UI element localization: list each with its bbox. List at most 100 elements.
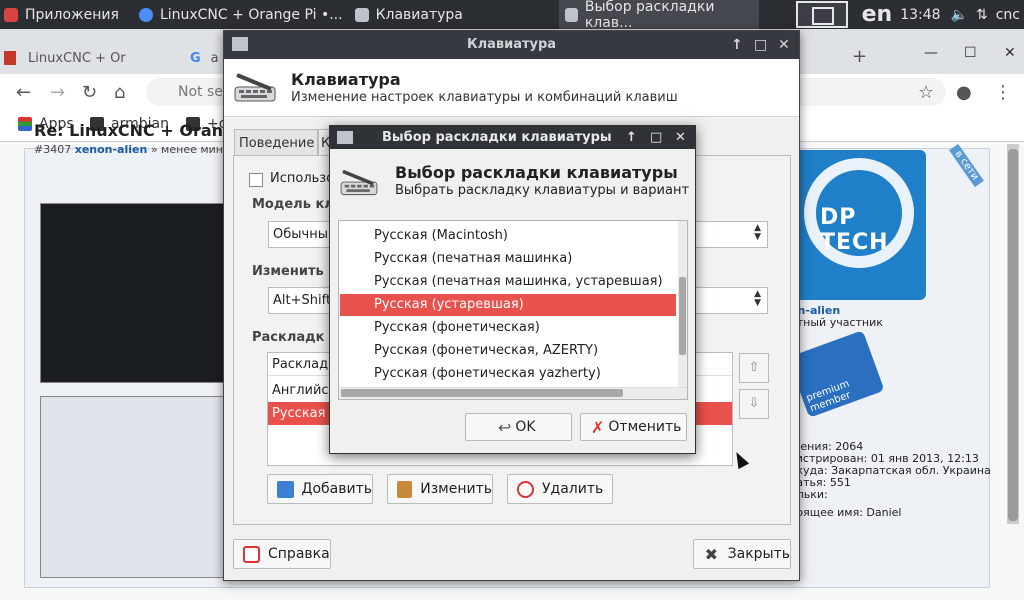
user-menu[interactable]: cnc	[996, 7, 1020, 23]
author-info-line: тоящее имя: Daniel	[790, 506, 902, 519]
keyboard-icon	[354, 7, 369, 22]
keep-above-icon[interactable]: ↑	[626, 126, 637, 149]
layout-variant-row[interactable]: Русская (Macintosh)	[340, 225, 676, 247]
tab-behavior[interactable]: Поведение	[234, 129, 318, 156]
move-up-button[interactable]: ⇧	[739, 353, 769, 383]
close-button[interactable]: ✖ Закрыть	[693, 539, 791, 569]
bookmark-star-icon[interactable]: ☆	[918, 82, 934, 103]
edit-layout-button[interactable]: Изменить	[387, 474, 493, 504]
layout-variant-row[interactable]: Русская (устаревшая)	[340, 294, 676, 316]
use-settings-checkbox[interactable]	[249, 173, 263, 187]
browser-tab[interactable]: G a	[190, 43, 219, 73]
screenshot-thumbnail[interactable]	[40, 203, 252, 383]
close-icon[interactable]: ✕	[675, 126, 686, 149]
move-down-button[interactable]: ⇩	[739, 389, 769, 419]
page-scrollbar-thumb[interactable]	[1008, 149, 1018, 521]
layout-variant-label: Русская (фонетическая)	[374, 320, 540, 335]
cancel-label: Отменить	[608, 419, 682, 435]
keyboard-layout-indicator[interactable]: en	[862, 2, 893, 27]
layout-variant-label: Русская (печатная машинка, устаревшая)	[374, 274, 663, 289]
author-avatar[interactable]: DP TECH	[790, 150, 926, 300]
cancel-button[interactable]: ✗ Отменить	[580, 413, 687, 441]
new-tab-button[interactable]: +	[852, 46, 867, 67]
dialog-title: Выбор раскладки клавиатуры	[382, 130, 612, 145]
list-horizontal-scrollbar-thumb[interactable]	[341, 389, 623, 397]
kb-header-subtitle: Изменение настроек клавиатуры и комбинац…	[291, 90, 678, 105]
layout-row-label: Английск	[272, 383, 337, 398]
layout-variant-row[interactable]: Русская (фонетическая yazherty)	[340, 363, 676, 385]
top-panel: Приложения LinuxCNC + Orange Pi •... Кла…	[0, 0, 1024, 31]
maximize-icon[interactable]: ☐	[964, 45, 977, 61]
cancel-x-icon: ✗	[591, 417, 605, 437]
applications-menu[interactable]: Приложения	[0, 0, 125, 29]
layout-variant-label: Русская (фонетическая, AZERTY)	[374, 343, 599, 358]
keyboard-icon	[337, 131, 353, 144]
maximize-icon[interactable]: □	[650, 126, 662, 149]
apps-menu-icon	[4, 7, 18, 22]
change-section-label: Изменить	[252, 264, 324, 279]
keyboard-icon	[232, 37, 248, 51]
keep-above-icon[interactable]: ↑	[731, 31, 743, 59]
kb-header-title: Клавиатура	[291, 70, 401, 89]
back-icon[interactable]: ←	[16, 82, 31, 103]
profile-icon[interactable]: ●	[956, 82, 972, 103]
post-author[interactable]: xenon-alien	[75, 143, 148, 156]
keyboard-wrench-icon	[340, 169, 378, 196]
chrome-icon	[138, 7, 153, 22]
post-title[interactable]: Re: LinuxCNC + Orange	[34, 121, 245, 140]
post-meta: #3407 xenon-alien » менее мину	[34, 143, 230, 156]
task-browser-label: LinuxCNC + Orange Pi •...	[159, 6, 343, 23]
close-icon[interactable]: ✕	[778, 31, 790, 59]
dialog-header-subtitle: Выбрать раскладку клавиатуры и вариант	[395, 183, 690, 198]
layout-variant-label: Русская (печатная машинка)	[374, 251, 573, 266]
dialog-titlebar[interactable]: Выбор раскладки клавиатуры ↑ □ ✕	[330, 126, 695, 149]
tab-label: a	[210, 50, 219, 66]
task-layout-dialog-label: Выбор раскладки клав...	[584, 0, 715, 31]
apps-grid-icon	[18, 117, 32, 131]
site-favicon-icon	[4, 51, 16, 65]
dialog-header-title: Выбор раскладки клавиатуры	[395, 163, 678, 182]
use-settings-label: Использо	[270, 171, 335, 186]
post-id[interactable]: #3407	[34, 143, 71, 156]
add-layout-label: Добавить	[301, 481, 372, 497]
menu-icon[interactable]: ⋮	[994, 82, 1012, 103]
screenshot-thumbnail[interactable]	[40, 396, 252, 578]
volume-icon[interactable]: 🔈	[951, 7, 968, 23]
clock[interactable]: 13:48	[900, 7, 940, 23]
task-browser[interactable]: LinuxCNC + Orange Pi •...	[133, 0, 349, 29]
help-button[interactable]: Справка	[233, 539, 331, 569]
ok-button[interactable]: ↩ OK	[465, 413, 572, 441]
layout-variant-row[interactable]: Русская (печатная машинка)	[340, 248, 676, 270]
kb-window-title: Клавиатура	[466, 37, 557, 52]
delete-layout-label: Удалить	[542, 481, 604, 497]
layout-chooser-dialog: Выбор раскладки клавиатуры ↑ □ ✕ Выбор р…	[329, 125, 696, 454]
add-layout-button[interactable]: Добавить	[267, 474, 373, 504]
network-icon[interactable]: ⇅	[976, 7, 988, 23]
layout-variant-row[interactable]: Русская (печатная машинка, устаревшая)	[340, 271, 676, 293]
kb-titlebar[interactable]: Клавиатура ↑ □ ✕	[224, 31, 799, 59]
delete-layout-button[interactable]: Удалить	[507, 474, 613, 504]
kb-header: Клавиатура Изменение настроек клавиатуры…	[224, 59, 799, 117]
forward-icon[interactable]: →	[50, 82, 65, 103]
home-icon[interactable]: ⌂	[114, 82, 125, 103]
layout-variant-row[interactable]: Русская (фонетическая, AZERTY)	[340, 340, 676, 362]
list-vertical-scrollbar-thumb[interactable]	[679, 277, 686, 355]
reload-icon[interactable]: ↻	[82, 82, 97, 103]
close-x-icon: ✖	[704, 544, 719, 564]
layout-row-label: Расклад	[272, 357, 329, 372]
combo-arrows-icon: ▲ ▼	[754, 223, 761, 242]
model-section-label: Модель кл	[252, 197, 334, 212]
browser-tab[interactable]: LinuxCNC + Or	[4, 43, 126, 73]
task-keyboard[interactable]: Клавиатура	[349, 0, 469, 29]
task-layout-dialog[interactable]: Выбор раскладки клав...	[558, 0, 759, 31]
help-icon	[243, 545, 260, 563]
post-time: » менее мину	[150, 143, 230, 156]
keyboard-icon	[564, 7, 578, 22]
layout-variant-label: Русская (фонетическая yazherty)	[374, 366, 601, 381]
layout-variant-row[interactable]: Русская (фонетическая)	[340, 317, 676, 339]
minimize-icon[interactable]: —	[924, 45, 938, 61]
workspace-pager[interactable]	[795, 1, 848, 28]
close-icon[interactable]: ✕	[1004, 45, 1016, 61]
layout-variant-label: Русская (Macintosh)	[374, 228, 508, 243]
maximize-icon[interactable]: □	[754, 31, 767, 59]
